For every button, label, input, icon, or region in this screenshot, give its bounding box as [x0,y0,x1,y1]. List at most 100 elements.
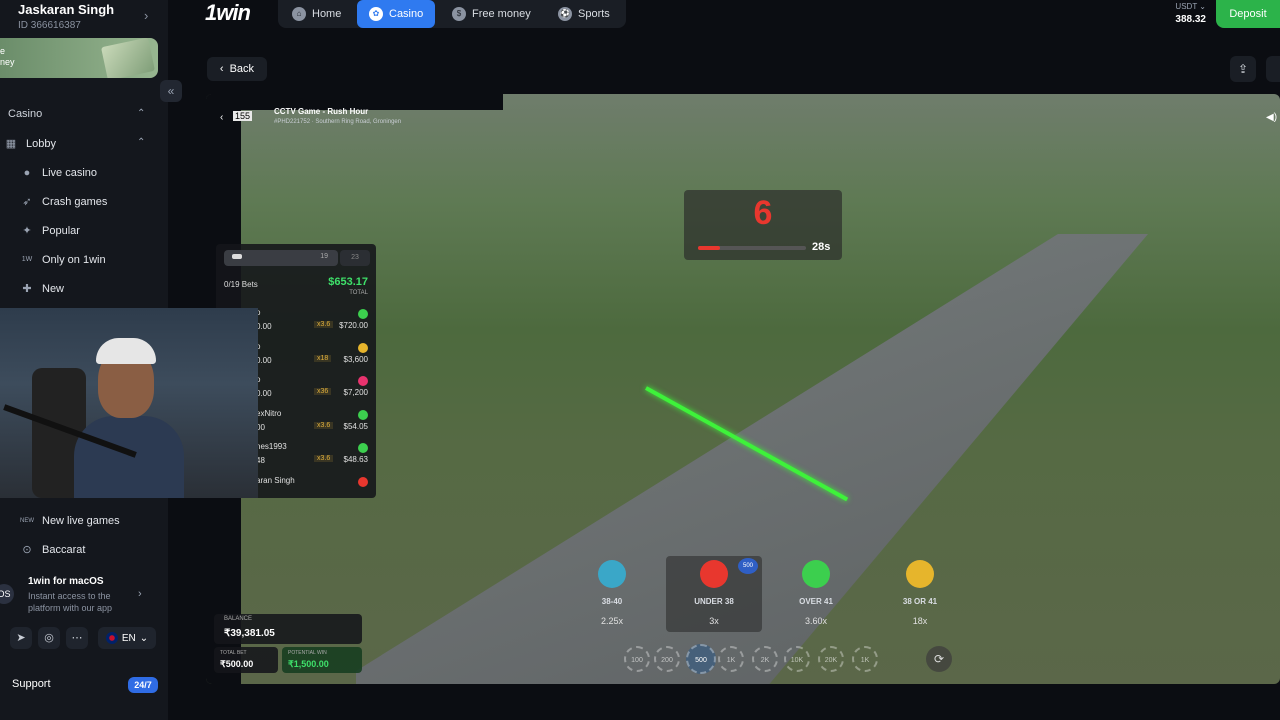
chevron-right-icon[interactable]: › [144,8,148,23]
grid-icon: ▦ [5,138,17,150]
telegram-icon[interactable]: ➤ [10,627,32,649]
total-bet-value: ₹500.00 [220,659,254,669]
bet-option-dot [358,476,368,487]
casino-icon: ✿ [369,7,383,21]
chip-2K[interactable]: 2K [752,646,778,672]
bets-total-label: TOTAL [349,290,368,296]
bets-toggle[interactable]: 19 [224,250,338,266]
bet-option-over-41[interactable]: OVER 41 3.60x [768,556,864,632]
bet-amount: 0.00 [256,322,272,331]
chip-200[interactable]: 200 [654,646,680,672]
app-root: Jaskaran Singh ID 366616387 › e ney « Ca… [0,0,1280,720]
total-bet-label: TOTAL BET [220,650,247,656]
1win-icon: 1W [21,256,33,263]
bookmark-icon[interactable] [1266,56,1280,82]
wallet-balance[interactable]: USDT ⌄ 388.32 [1166,2,1206,25]
sidebar-item-new-live-games[interactable]: NEW New live games [20,511,120,531]
tab-free-money[interactable]: $ Free money [452,0,531,28]
chip-10K[interactable]: 10K [784,646,810,672]
bet-multiplier: x36 [314,388,332,395]
share-icon[interactable]: ⇪ [1230,56,1256,82]
chip-100[interactable]: 100 [624,646,650,672]
option-multiplier: 3.60x [804,616,828,626]
dollar-icon: $ [452,7,466,21]
chevron-left-icon: ‹ [219,63,224,75]
heart-icon [700,560,728,588]
game-stream[interactable]: ‹ 155 CCTV Game - Rush Hour #PHD221752 ·… [206,94,1280,684]
sidebar-item-lobby[interactable]: ▦ Lobby [4,134,56,154]
tab-casino[interactable]: ✿ Casino [357,0,436,28]
tab-label: Sports [578,8,610,20]
currency-label: USDT ⌄ [1175,2,1206,11]
chevron-up-icon[interactable]: ⌃ [137,108,145,119]
chip-500[interactable]: 500 [686,644,716,674]
timer-bar [698,246,806,250]
1win-logo[interactable]: 1win [205,0,251,26]
promo-text-1: e [0,46,6,56]
chevron-up-icon[interactable]: ⌃ [137,137,145,148]
sidebar-item-crash-games[interactable]: ➶ Crash games [20,192,107,212]
deposit-button[interactable]: Deposit [1216,0,1280,28]
bets-right-count[interactable]: 23 [340,250,370,266]
chip-20K[interactable]: 20K [818,646,844,672]
option-multiplier: 2.25x [600,616,624,626]
bet-user: aran Singh [256,475,295,485]
potential-win-box: POTENTIAL WIN ₹1,500.00 [282,647,362,673]
bet-option-38-or-41[interactable]: 38 OR 41 18x [872,556,968,632]
more-icon[interactable]: ⋯ [66,627,88,649]
sidebar-item-label: Only on 1win [42,254,106,266]
sidebar-item-popular[interactable]: ✦ Popular [20,221,80,241]
star-icon: ✦ [22,225,32,237]
game-title: CCTV Game - Rush Hour [274,107,369,116]
sound-icon[interactable]: ◀) [1266,112,1280,126]
sidebar-item-label: New live games [42,515,120,527]
balance-amount: 388.32 [1175,14,1206,25]
language-label: EN [121,632,136,644]
user-profile[interactable]: Jaskaran Singh ID 366616387 [18,2,114,31]
sidebar-item-new[interactable]: ✚ New [20,279,64,299]
chip-1K[interactable]: 1K [718,646,744,672]
chip-1K[interactable]: 1K [852,646,878,672]
macos-app-banner[interactable]: OS 1win for macOS Instant access to the … [0,572,160,618]
option-label: 38-40 [601,597,623,606]
support-link[interactable]: Support [12,678,51,690]
bet-amount: 0.00 [256,389,272,398]
sidebar-item-baccarat[interactable]: ⊙ Baccarat [20,540,85,560]
user-name: Jaskaran Singh [18,2,115,17]
arrows-icon [598,560,626,588]
baccarat-icon: ⊙ [22,544,32,556]
potential-win-value: ₹1,500.00 [288,659,329,669]
back-button[interactable]: ‹ Back [207,57,267,81]
ball-icon: ⚽ [558,7,572,21]
bet-amount: 0.00 [256,355,272,365]
support-badge: 24/7 [128,677,158,693]
streamer-webcam [0,308,258,498]
bet-multiplier: x3.6 [314,321,334,328]
bet-multiplier: x3.6 [314,421,334,429]
chip-badge: 500 [738,558,758,574]
bets-total: $653.17 [328,276,368,288]
bet-user: exNitro [256,408,282,418]
balance-value: ₹39,381.05 [224,628,275,639]
bet-option-38-40[interactable]: 38-40 2.25x [564,556,660,632]
tab-home[interactable]: ⌂ Home [292,0,341,28]
nav-section-casino[interactable]: Casino [8,108,42,120]
collapse-sidebar-button[interactable]: « [160,80,182,102]
instagram-icon[interactable]: ◎ [38,627,60,649]
bet-win: $48.63 [343,455,368,464]
sidebar-item-only-on-1win[interactable]: 1W Only on 1win [20,250,106,270]
total-bet-box: TOTAL BET ₹500.00 [214,647,278,673]
bet-user: nes1993 [256,442,287,451]
language-select[interactable]: EN ⌄ [98,627,156,649]
game-back-icon[interactable]: ‹ [220,112,223,123]
bet-option-under-38[interactable]: 500 UNDER 38 3x [666,556,762,632]
tab-label: Free money [472,8,531,20]
timer-seconds: 28s [812,241,831,253]
promo-banner[interactable]: e ney [0,38,158,78]
money-icon [100,38,156,78]
tab-label: Casino [389,8,424,20]
sidebar-item-live-casino[interactable]: ● Live casino [20,163,97,183]
repeat-bet-icon[interactable]: ⟳ [926,646,952,672]
bet-option-dot [358,443,368,453]
tab-sports[interactable]: ⚽ Sports [558,0,610,28]
